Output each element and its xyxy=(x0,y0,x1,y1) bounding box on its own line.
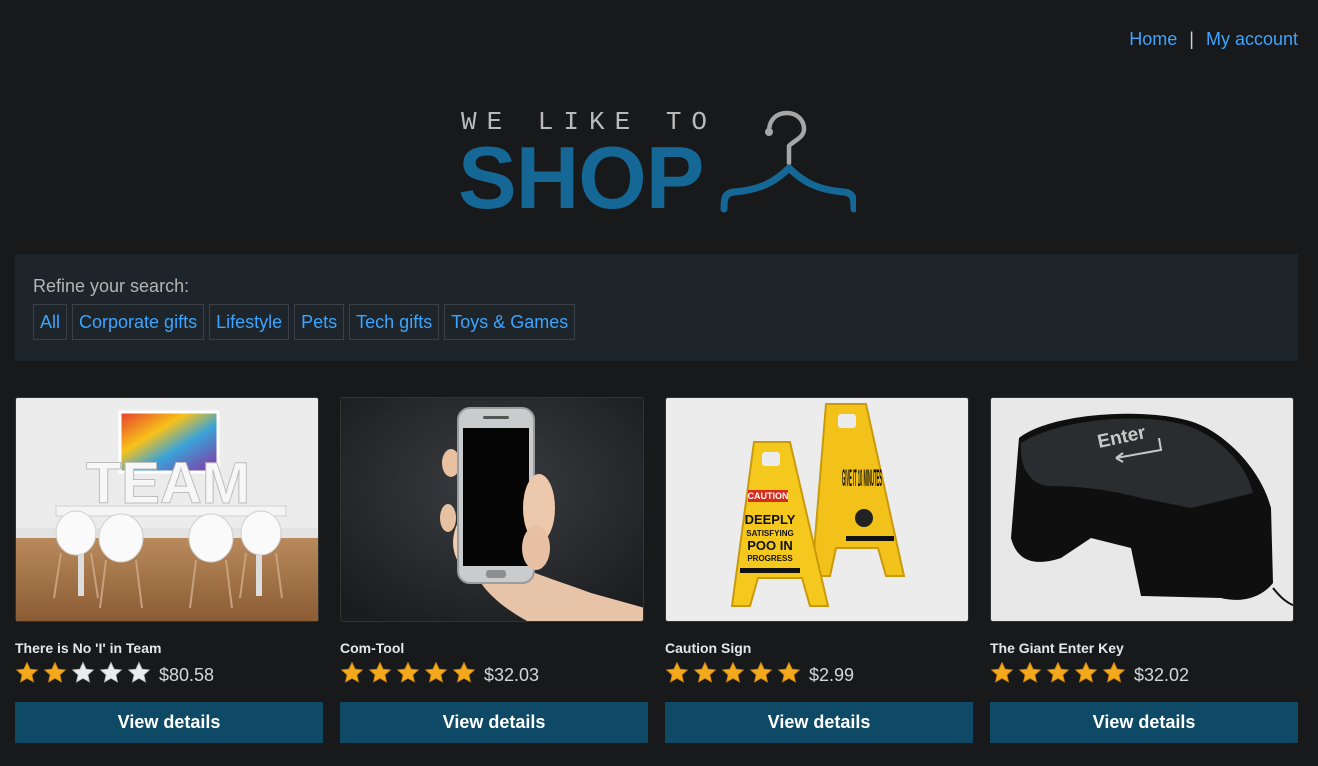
sign-line-2: SATISFYING xyxy=(746,529,793,538)
product-grid: TEAM There is No 'I' in Team $80.58 View… xyxy=(15,397,1298,757)
sign-caution-label: CAUTION xyxy=(748,491,789,501)
top-nav: Home | My account xyxy=(1129,29,1298,50)
product-image-giant-enter-key[interactable]: Enter xyxy=(990,397,1294,622)
product-title[interactable]: There is No 'I' in Team xyxy=(15,640,323,658)
star-filled-icon xyxy=(693,661,717,683)
product-title[interactable]: The Giant Enter Key xyxy=(990,640,1298,658)
product-image-team[interactable]: TEAM xyxy=(15,397,319,622)
star-filled-icon xyxy=(1074,661,1098,683)
category-filter-pets[interactable]: Pets xyxy=(294,304,345,340)
view-details-button[interactable]: View details xyxy=(990,702,1298,743)
sign-line-1: DEEPLY xyxy=(745,512,796,527)
star-empty-icon xyxy=(99,661,123,683)
home-link[interactable]: Home xyxy=(1129,29,1177,50)
star-rating xyxy=(15,661,151,685)
product-price: $32.03 xyxy=(484,664,540,685)
product-card: TEAM There is No 'I' in Team $80.58 View… xyxy=(15,397,323,743)
view-details-button[interactable]: View details xyxy=(340,702,648,743)
product-price: $80.58 xyxy=(159,664,215,685)
view-details-button[interactable]: View details xyxy=(665,702,973,743)
product-image-caution-sign[interactable]: GIVE IT 10 MINUTES CAUTION DEEPLY SATISF… xyxy=(665,397,969,622)
coat-hanger-icon xyxy=(720,110,856,213)
star-rating xyxy=(990,661,1126,685)
star-rating xyxy=(340,661,476,685)
product-title[interactable]: Caution Sign xyxy=(665,640,973,658)
category-filter-list: All Corporate gifts Lifestyle Pets Tech … xyxy=(33,304,576,340)
category-filter-lifestyle[interactable]: Lifestyle xyxy=(209,304,290,340)
product-rating-row: $2.99 xyxy=(665,660,973,686)
star-filled-icon xyxy=(1018,661,1042,683)
product-price: $2.99 xyxy=(809,664,855,685)
star-filled-icon xyxy=(665,661,689,683)
category-filter-corporate-gifts[interactable]: Corporate gifts xyxy=(72,304,205,340)
product-card: Com-Tool $32.03 View details xyxy=(340,397,648,743)
star-empty-icon xyxy=(71,661,95,683)
sign-line-3: POO IN xyxy=(747,538,793,553)
product-title[interactable]: Com-Tool xyxy=(340,640,648,658)
star-filled-icon xyxy=(990,661,1014,683)
star-filled-icon xyxy=(43,661,67,683)
category-filter-toys-games[interactable]: Toys & Games xyxy=(444,304,576,340)
product-price: $32.02 xyxy=(1134,664,1190,685)
star-filled-icon xyxy=(749,661,773,683)
sign-line-4: PROGRESS xyxy=(747,554,793,563)
logo-wordmark: SHOP xyxy=(458,128,704,227)
product-rating-row: $80.58 xyxy=(15,660,323,686)
filter-label: Refine your search: xyxy=(33,276,190,296)
star-filled-icon xyxy=(452,661,476,683)
star-filled-icon xyxy=(396,661,420,683)
star-filled-icon xyxy=(1046,661,1070,683)
sign-give-it-10: GIVE IT 10 MINUTES xyxy=(842,465,882,492)
product-rating-row: $32.02 xyxy=(990,660,1298,686)
filter-panel: Refine your search: All Corporate gifts … xyxy=(15,254,1298,361)
my-account-link[interactable]: My account xyxy=(1206,29,1298,50)
star-filled-icon xyxy=(424,661,448,683)
category-filter-all[interactable]: All xyxy=(33,304,68,340)
product-image-com-tool[interactable] xyxy=(340,397,644,622)
star-filled-icon xyxy=(15,661,39,683)
star-rating xyxy=(665,661,801,685)
site-logo[interactable]: WE LIKE TO SHOP xyxy=(458,104,858,222)
star-filled-icon xyxy=(1102,661,1126,683)
product-card: GIVE IT 10 MINUTES CAUTION DEEPLY SATISF… xyxy=(665,397,973,743)
star-filled-icon xyxy=(368,661,392,683)
star-filled-icon xyxy=(721,661,745,683)
category-filter-tech-gifts[interactable]: Tech gifts xyxy=(349,304,440,340)
nav-separator: | xyxy=(1189,29,1194,49)
product-rating-row: $32.03 xyxy=(340,660,648,686)
view-details-button[interactable]: View details xyxy=(15,702,323,743)
star-filled-icon xyxy=(777,661,801,683)
star-empty-icon xyxy=(127,661,151,683)
star-filled-icon xyxy=(340,661,364,683)
product-card: Enter The Giant Enter Key $32.02 View de… xyxy=(990,397,1298,743)
